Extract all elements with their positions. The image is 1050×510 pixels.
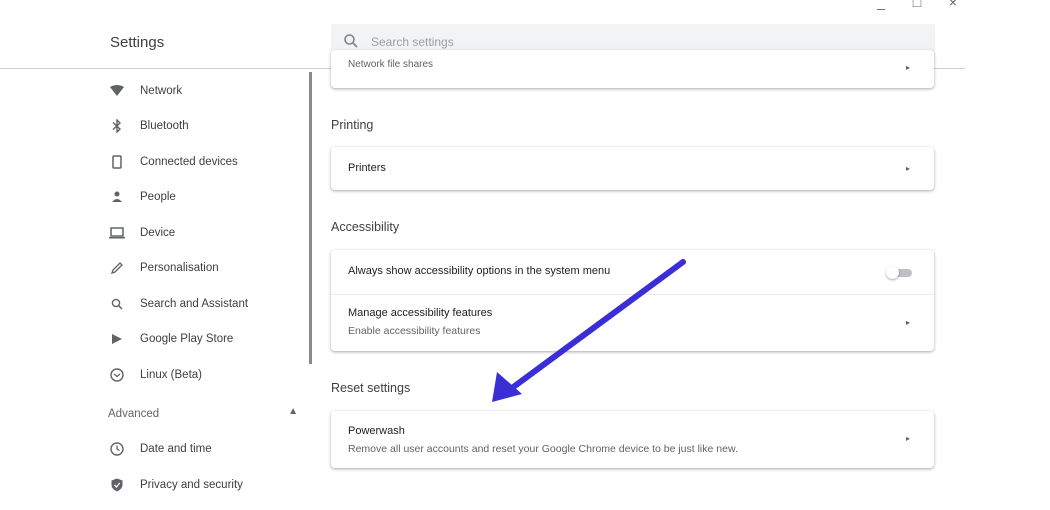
row-label: Network file shares	[348, 59, 434, 70]
card-network-file-shares: Network file shares ▸	[331, 50, 934, 88]
section-title-printing: Printing	[331, 118, 374, 132]
sidebar-item-label: Date and time	[140, 443, 212, 455]
row-sublabel: Remove all user accounts and reset your …	[348, 443, 738, 455]
person-icon	[108, 188, 126, 206]
sidebar-item-label: Network	[140, 85, 183, 97]
row-printers[interactable]: Printers ▸	[331, 147, 934, 190]
row-powerwash[interactable]: Powerwash Remove all user accounts and r…	[331, 411, 934, 468]
row-manage-accessibility[interactable]: Manage accessibility features Enable acc…	[331, 295, 934, 351]
sidebar-item-label: Device	[140, 227, 176, 239]
bluetooth-icon	[108, 117, 126, 135]
row-sublabel: Enable accessibility features	[348, 325, 481, 337]
laptop-icon	[108, 224, 126, 242]
sidebar-item-linux-beta[interactable]: Linux (Beta)	[108, 360, 202, 390]
chevron-up-icon: ▲	[288, 406, 298, 417]
chevron-right-icon: ▸	[905, 434, 910, 443]
chevron-right-icon: ▸	[905, 164, 910, 173]
clock-icon	[108, 440, 126, 458]
sidebar-item-people[interactable]: People	[108, 182, 176, 212]
sidebar-item-label: Linux (Beta)	[140, 369, 203, 381]
search-placeholder: Search settings	[371, 35, 454, 49]
shield-icon	[108, 476, 126, 494]
wifi-icon	[108, 82, 126, 100]
section-title-reset-settings: Reset settings	[331, 381, 411, 395]
linux-icon	[108, 366, 126, 384]
card-reset-settings: Powerwash Remove all user accounts and r…	[331, 411, 934, 468]
sidebar-item-date-and-time[interactable]: Date and time	[108, 434, 212, 464]
sidebar-item-network[interactable]: Network	[108, 76, 182, 106]
sidebar-item-device[interactable]: Device	[108, 218, 175, 248]
toggle-knob	[886, 266, 899, 279]
card-printing: Printers ▸	[331, 147, 934, 190]
sidebar-item-google-play-store[interactable]: Google Play Store	[108, 324, 233, 354]
sidebar-advanced-toggle[interactable]: Advanced ▲	[108, 406, 298, 420]
sidebar-item-search-and-assistant[interactable]: Search and Assistant	[108, 289, 248, 319]
sidebar-item-label: Privacy and security	[140, 479, 243, 491]
row-label: Manage accessibility features	[348, 307, 493, 319]
accessibility-menu-toggle[interactable]	[886, 266, 912, 279]
sidebar-item-label: People	[140, 191, 176, 203]
row-label: Powerwash	[348, 425, 405, 437]
sidebar-item-privacy-and-security[interactable]: Privacy and security	[108, 470, 243, 500]
sidebar-item-label: Personalisation	[140, 262, 219, 274]
play-store-icon	[108, 330, 126, 348]
sidebar-item-personalisation[interactable]: Personalisation	[108, 253, 219, 283]
row-always-show-accessibility[interactable]: Always show accessibility options in the…	[331, 250, 934, 295]
main-content: Network file shares ▸ Printing Printers …	[331, 50, 935, 510]
chevron-right-icon: ▸	[905, 63, 910, 72]
sidebar-item-label: Search and Assistant	[140, 298, 249, 310]
search-icon	[108, 295, 126, 313]
pen-icon	[108, 259, 126, 277]
sidebar-item-connected-devices[interactable]: Connected devices	[108, 147, 238, 177]
card-accessibility: Always show accessibility options in the…	[331, 250, 934, 351]
chevron-right-icon: ▸	[905, 318, 910, 327]
sidebar-item-label: Bluetooth	[140, 120, 189, 132]
row-label: Always show accessibility options in the…	[348, 265, 611, 277]
sidebar-scrollbar[interactable]	[309, 72, 312, 364]
sidebar-item-label: Google Play Store	[140, 333, 234, 345]
search-icon	[344, 34, 358, 48]
page-title: Settings	[110, 34, 165, 51]
sidebar: Network Bluetooth Connected devices Peop…	[90, 70, 310, 510]
row-label: Printers	[348, 162, 386, 174]
row-network-file-shares[interactable]: Network file shares ▸	[331, 50, 934, 88]
phone-icon	[108, 153, 126, 171]
sidebar-advanced-label: Advanced	[108, 408, 160, 420]
sidebar-item-bluetooth[interactable]: Bluetooth	[108, 111, 189, 141]
section-title-accessibility: Accessibility	[331, 220, 400, 234]
sidebar-item-label: Connected devices	[140, 156, 238, 168]
